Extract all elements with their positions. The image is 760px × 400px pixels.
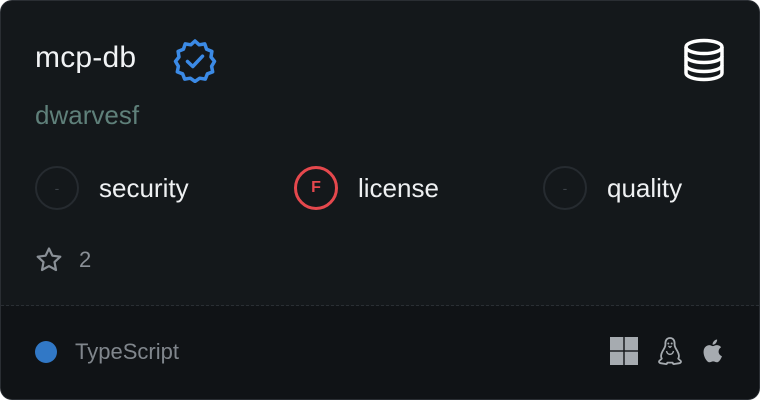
server-name[interactable]: mcp-db <box>35 38 136 78</box>
card-footer: TypeScript <box>1 306 759 399</box>
language: TypeScript <box>35 339 179 365</box>
quality-label: quality <box>607 172 683 203</box>
star-count-value: 2 <box>79 247 92 272</box>
security-label: security <box>99 172 189 203</box>
license-grade: F <box>294 166 338 210</box>
database-icon <box>684 38 724 82</box>
metric-security: - security <box>35 164 189 212</box>
windows-icon <box>610 337 638 365</box>
security-grade: - <box>35 166 79 210</box>
server-card[interactable]: mcp-db dwarvesf - security F license - q… <box>0 0 760 400</box>
metric-quality: - quality <box>543 164 682 212</box>
language-color-dot <box>35 341 57 363</box>
language-name: TypeScript <box>75 339 179 364</box>
card-header: mcp-db dwarvesf - security F license - q… <box>1 1 759 305</box>
license-label: license <box>358 172 439 203</box>
apple-icon <box>703 339 722 363</box>
quality-grade: - <box>543 166 587 210</box>
verified-badge-icon <box>173 39 217 83</box>
metric-license: F license <box>294 164 439 212</box>
owner-name[interactable]: dwarvesf <box>35 97 139 133</box>
linux-icon <box>658 337 682 365</box>
star-icon <box>36 247 62 272</box>
star-count: 2 <box>35 246 91 274</box>
